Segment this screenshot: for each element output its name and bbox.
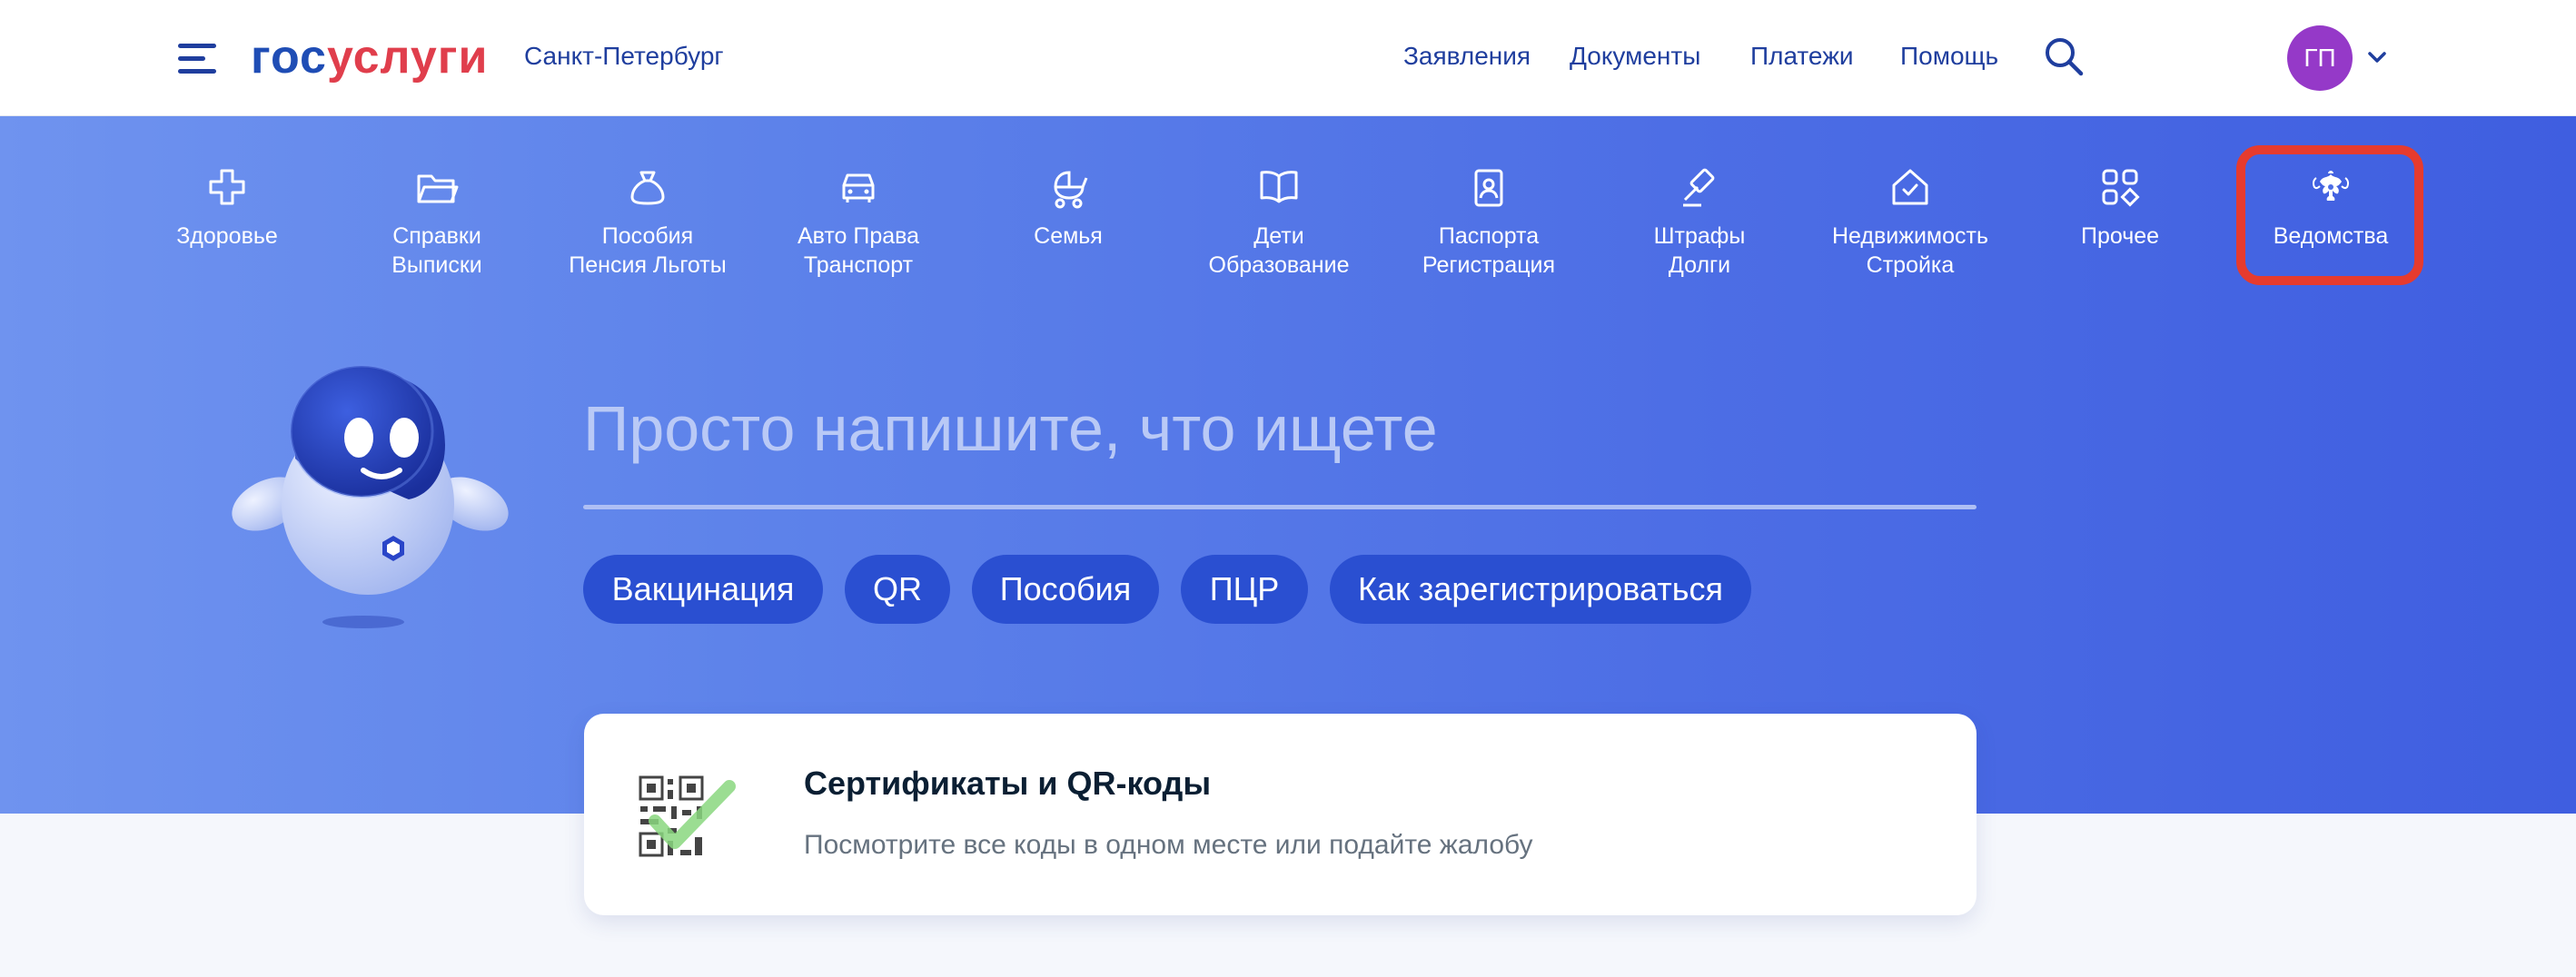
category-other[interactable]: Прочее <box>2029 165 2211 251</box>
certificates-card[interactable]: Сертификаты и QR-коды Посмотрите все код… <box>584 714 1977 915</box>
nav-applications[interactable]: Заявления <box>1403 42 1531 71</box>
category-passports[interactable]: Паспорта Регистрация <box>1398 165 1580 280</box>
search-input[interactable]: Просто напишите, что ищете <box>583 392 1438 465</box>
chip-benefits[interactable]: Пособия <box>972 555 1159 624</box>
logo-part-gos: гос <box>251 31 327 84</box>
category-fines[interactable]: Штрафы Долги <box>1609 165 1790 280</box>
category-label: Прочее <box>2080 223 2160 249</box>
category-label: Пособия Пенсия Льготы <box>569 223 727 278</box>
chip-vaccination[interactable]: Вакцинация <box>583 555 823 624</box>
nav-documents[interactable]: Документы <box>1570 42 1700 71</box>
chip-qr[interactable]: QR <box>845 555 950 624</box>
car-icon <box>837 165 880 209</box>
house-icon <box>1888 165 1932 209</box>
stroller-icon <box>1046 165 1090 209</box>
nav-payments[interactable]: Платежи <box>1750 42 1854 71</box>
robot-mascot <box>218 345 518 645</box>
category-label: Штрафы Долги <box>1653 223 1746 278</box>
grid-icon <box>2098 165 2142 209</box>
logo-part-uslugi: услуги <box>326 31 489 84</box>
gosuslugi-logo[interactable]: госуслуги <box>251 25 488 89</box>
card-title: Сертификаты и QR-коды <box>804 765 1212 802</box>
folder-icon <box>415 165 459 209</box>
category-label: Здоровье <box>176 223 278 249</box>
highlight-frame <box>2236 145 2423 285</box>
category-label: Паспорта Регистрация <box>1422 223 1556 278</box>
category-label: Семья <box>1034 223 1103 249</box>
search-underline <box>583 505 1977 509</box>
qr-check-icon <box>637 774 746 864</box>
category-label: Дети Образование <box>1208 223 1350 278</box>
passport-icon <box>1467 165 1511 209</box>
gavel-icon <box>1678 165 1721 209</box>
category-label: Справки Выписки <box>391 223 482 278</box>
category-benefits[interactable]: Пособия Пенсия Льготы <box>557 165 738 280</box>
menu-icon[interactable] <box>178 40 218 76</box>
category-certificates[interactable]: Справки Выписки <box>346 165 528 280</box>
city-selector[interactable]: Санкт-Петербург <box>524 42 724 71</box>
chevron-down-icon[interactable] <box>2365 45 2389 69</box>
category-children[interactable]: Дети Образование <box>1188 165 1370 280</box>
category-realty[interactable]: Недвижимость Стройка <box>1819 165 2001 280</box>
category-label: Авто Права Транспорт <box>797 223 920 278</box>
category-health[interactable]: Здоровье <box>136 165 318 251</box>
money-bag-icon <box>626 165 669 209</box>
avatar[interactable]: ГП <box>2287 25 2353 91</box>
card-subtitle: Посмотрите все коды в одном месте или по… <box>804 830 1533 860</box>
book-icon <box>1257 165 1301 209</box>
health-cross-icon <box>205 165 249 209</box>
top-header: госуслуги Санкт-Петербург Заявления Доку… <box>0 0 2576 116</box>
category-auto[interactable]: Авто Права Транспорт <box>768 165 949 280</box>
category-label: Недвижимость Стройка <box>1832 223 1988 278</box>
chip-how-to-register[interactable]: Как зарегистрироваться <box>1330 555 1751 624</box>
category-family[interactable]: Семья <box>977 165 1159 251</box>
nav-help[interactable]: Помощь <box>1900 42 1998 71</box>
search-icon[interactable] <box>2042 35 2086 78</box>
chip-pcr[interactable]: ПЦР <box>1181 555 1308 624</box>
